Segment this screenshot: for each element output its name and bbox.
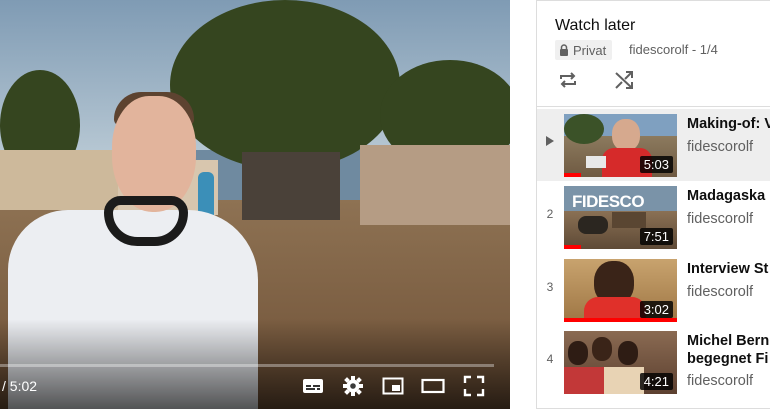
fullscreen-icon <box>463 375 485 397</box>
video-title[interactable]: Making-of: V <box>687 115 770 133</box>
watched-progress <box>564 318 677 322</box>
video-thumbnail: 3:02 <box>564 259 677 322</box>
playlist-panel: Watch later Privat fidescorolf - 1/4 5:0… <box>536 0 770 409</box>
video-channel: fidescorolf <box>687 373 754 389</box>
time-display: / 5:02 <box>2 378 38 394</box>
video-player[interactable]: / 5:02 <box>0 0 510 409</box>
video-title[interactable]: Madagaska <box>687 187 765 205</box>
settings-icon <box>343 376 363 396</box>
play-arrow-icon <box>546 136 554 146</box>
playlist-item[interactable]: 5:03 Making-of: V fidescorolf <box>537 109 770 181</box>
now-playing-indicator <box>537 135 563 150</box>
settings-button[interactable] <box>340 374 366 398</box>
item-index: 2 <box>546 207 554 221</box>
video-channel: fidescorolf <box>687 139 754 155</box>
watched-progress <box>564 173 581 177</box>
shuffle-icon <box>615 71 633 89</box>
video-thumbnail: FIDESCO 7:51 <box>564 186 677 249</box>
miniplayer-icon <box>382 377 404 395</box>
video-duration: 4:21 <box>639 373 673 390</box>
video-channel: fidescorolf <box>687 211 754 227</box>
lock-icon <box>560 44 568 56</box>
playlist-item[interactable]: 2 FIDESCO 7:51 Madagaska fidescorolf <box>537 181 770 253</box>
loop-playlist-button[interactable] <box>557 69 579 96</box>
thumbnail-caption: FIDESCO <box>572 192 645 211</box>
video-title[interactable]: Interview St <box>687 260 768 278</box>
privacy-badge: Privat <box>555 40 613 60</box>
video-title-line-1[interactable]: Michel Bern <box>687 332 769 350</box>
shuffle-playlist-button[interactable] <box>613 69 635 96</box>
loop-icon <box>560 72 576 88</box>
subtitles-button[interactable] <box>300 374 326 398</box>
item-index: 4 <box>546 352 554 366</box>
subtitles-icon <box>303 379 323 393</box>
playlist-owner-position: fidescorolf - 1/4 <box>629 42 718 57</box>
watched-progress <box>564 245 581 249</box>
video-thumbnail: 5:03 <box>564 114 677 177</box>
playlist-item[interactable]: 3 3:02 Interview St fidescorolf <box>537 254 770 326</box>
video-duration: 5:03 <box>639 156 673 173</box>
item-index: 3 <box>546 280 554 294</box>
video-duration: 3:02 <box>639 301 673 318</box>
theater-mode-button[interactable] <box>420 374 446 398</box>
privacy-label: Privat <box>573 42 607 58</box>
video-duration: 7:51 <box>639 228 673 245</box>
miniplayer-button[interactable] <box>380 374 406 398</box>
playlist-title[interactable]: Watch later <box>555 17 635 35</box>
theater-mode-icon <box>421 378 445 394</box>
fullscreen-button[interactable] <box>461 374 487 398</box>
video-channel: fidescorolf <box>687 284 754 300</box>
video-title-line-2[interactable]: begegnet Fi <box>687 350 768 368</box>
video-progress-bar[interactable] <box>0 364 494 367</box>
video-thumbnail: 4:21 <box>564 331 677 394</box>
playlist-item[interactable]: 4 4:21 Michel Bern begegnet Fi fidescoro… <box>537 326 770 398</box>
